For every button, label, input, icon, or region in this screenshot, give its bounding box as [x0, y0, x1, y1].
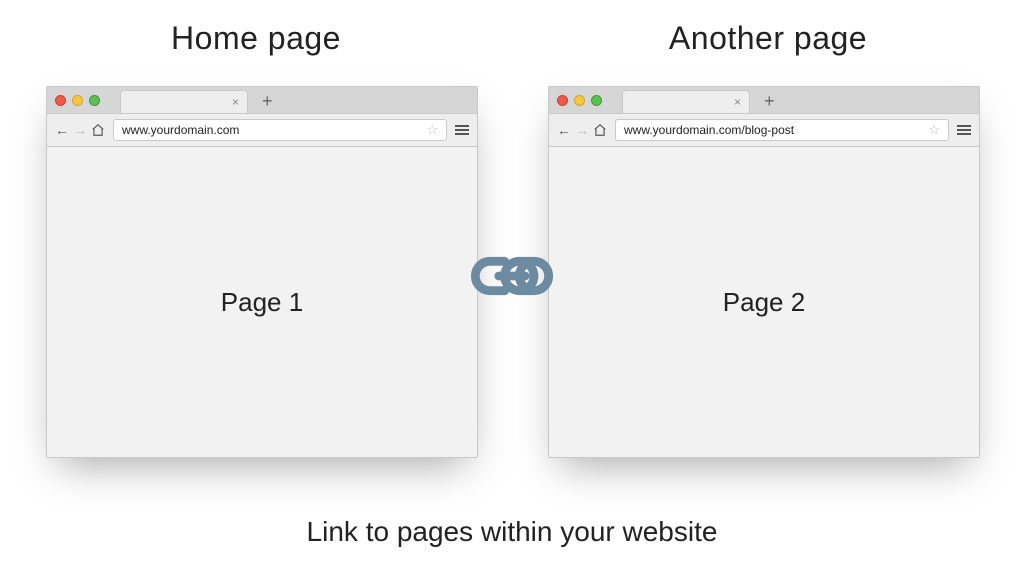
back-icon[interactable]: ← — [55, 123, 69, 137]
new-tab-button[interactable]: + — [764, 91, 775, 111]
menu-hamburger-icon[interactable] — [957, 125, 971, 135]
forward-icon[interactable]: → — [575, 123, 589, 137]
tab-strip: × + — [549, 87, 979, 114]
browser-toolbar: ← → www.yourdomain.com/blog-post ☆ — [549, 114, 979, 147]
page-content-label: Page 2 — [549, 147, 979, 457]
minimize-window-dot[interactable] — [574, 95, 585, 106]
close-tab-icon[interactable]: × — [734, 95, 741, 109]
bookmark-star-icon[interactable]: ☆ — [928, 122, 940, 138]
window-controls — [557, 95, 602, 106]
heading-another-page: Another page — [512, 20, 1024, 57]
close-window-dot[interactable] — [55, 95, 66, 106]
browser-tab[interactable]: × — [120, 90, 248, 113]
nav-arrows: ← → — [55, 123, 105, 137]
forward-icon[interactable]: → — [73, 123, 87, 137]
heading-home-page: Home page — [0, 20, 512, 57]
address-url: www.yourdomain.com/blog-post — [624, 123, 794, 137]
minimize-window-dot[interactable] — [72, 95, 83, 106]
browser-window-home: × + ← → www.yourdomain.com ☆ Page 1 — [46, 86, 478, 458]
browser-tab[interactable]: × — [622, 90, 750, 113]
home-icon[interactable] — [593, 123, 607, 137]
tab-strip: × + — [47, 87, 477, 114]
bookmark-star-icon[interactable]: ☆ — [426, 122, 438, 138]
chain-link-icon — [468, 254, 556, 298]
home-icon[interactable] — [91, 123, 105, 137]
back-icon[interactable]: ← — [557, 123, 571, 137]
window-controls — [55, 95, 100, 106]
page-content-label: Page 1 — [47, 147, 477, 457]
browser-window-another: × + ← → www.yourdomain.com/blog-post ☆ P… — [548, 86, 980, 458]
maximize-window-dot[interactable] — [591, 95, 602, 106]
diagram-caption: Link to pages within your website — [0, 516, 1024, 548]
browser-toolbar: ← → www.yourdomain.com ☆ — [47, 114, 477, 147]
address-bar[interactable]: www.yourdomain.com ☆ — [113, 119, 447, 141]
maximize-window-dot[interactable] — [89, 95, 100, 106]
menu-hamburger-icon[interactable] — [455, 125, 469, 135]
nav-arrows: ← → — [557, 123, 607, 137]
address-bar[interactable]: www.yourdomain.com/blog-post ☆ — [615, 119, 949, 141]
close-tab-icon[interactable]: × — [232, 95, 239, 109]
address-url: www.yourdomain.com — [122, 123, 239, 137]
new-tab-button[interactable]: + — [262, 91, 273, 111]
close-window-dot[interactable] — [557, 95, 568, 106]
